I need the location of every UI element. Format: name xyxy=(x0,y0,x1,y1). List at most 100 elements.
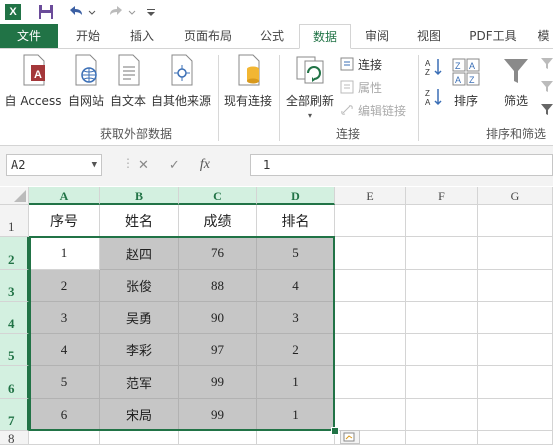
cell-g8[interactable] xyxy=(478,431,553,445)
cell-c5[interactable]: 97 xyxy=(179,334,257,366)
tab-pdf-tools[interactable]: PDF工具 xyxy=(458,24,528,48)
cell-b3[interactable]: 张俊 xyxy=(100,270,179,302)
row-header-3[interactable]: 3 xyxy=(0,270,29,302)
cell-a7[interactable]: 6 xyxy=(29,399,100,431)
cell-d4[interactable]: 3 xyxy=(257,302,335,334)
row-header-1[interactable]: 1 xyxy=(0,205,29,237)
cell-e4[interactable] xyxy=(335,302,406,334)
tab-page-layout[interactable]: 页面布局 xyxy=(172,24,244,48)
cell-f1[interactable] xyxy=(406,205,478,237)
cell-e2[interactable] xyxy=(335,237,406,270)
cell-e6[interactable] xyxy=(335,366,406,399)
cell-e3[interactable] xyxy=(335,270,406,302)
quick-analysis-icon[interactable] xyxy=(340,430,360,444)
cell-g3[interactable] xyxy=(478,270,553,302)
sort-button[interactable]: ZAAZ 排序 xyxy=(448,53,484,113)
from-access-button[interactable]: A 自 Access xyxy=(2,53,64,113)
cell-c4[interactable]: 90 xyxy=(179,302,257,334)
cell-d8[interactable] xyxy=(257,431,335,445)
cell-g2[interactable] xyxy=(478,237,553,270)
cell-b7[interactable]: 宋局 xyxy=(100,399,179,431)
tab-partial[interactable]: 模 xyxy=(534,24,553,48)
cell-g5[interactable] xyxy=(478,334,553,366)
row-header-6[interactable]: 6 xyxy=(0,366,29,399)
from-text-button[interactable]: 自文本 xyxy=(108,53,148,113)
customize-qat-icon[interactable] xyxy=(144,3,158,21)
tab-data[interactable]: 数据 xyxy=(299,24,351,49)
cell-f5[interactable] xyxy=(406,334,478,366)
formula-input[interactable]: 1 xyxy=(250,154,553,176)
cell-a4[interactable]: 3 xyxy=(29,302,100,334)
cell-g7[interactable] xyxy=(478,399,553,431)
cell-a3[interactable]: 2 xyxy=(29,270,100,302)
cell-b1[interactable]: 姓名 xyxy=(100,205,179,237)
column-header-a[interactable]: A xyxy=(29,187,100,205)
cell-c3[interactable]: 88 xyxy=(179,270,257,302)
insert-function-icon[interactable]: fx xyxy=(200,157,210,173)
row-header-2[interactable]: 2 xyxy=(0,237,29,270)
row-header-8[interactable]: 8 xyxy=(0,431,29,446)
column-header-d[interactable]: D xyxy=(257,187,335,205)
save-icon[interactable] xyxy=(36,3,56,21)
tab-review[interactable]: 审阅 xyxy=(354,24,400,48)
row-header-4[interactable]: 4 xyxy=(0,302,29,334)
sort-z-to-a-button[interactable]: ZA xyxy=(424,88,444,107)
cell-a2[interactable]: 1 xyxy=(29,237,100,270)
cell-b6[interactable]: 范军 xyxy=(100,366,179,399)
advanced-filter-button[interactable] xyxy=(540,101,553,119)
filter-button[interactable]: 筛选 xyxy=(498,53,534,113)
tab-home[interactable]: 开始 xyxy=(64,24,112,48)
name-box[interactable]: A2 ▼ xyxy=(6,154,102,176)
properties-button[interactable]: 属性 xyxy=(340,78,382,96)
cell-d7[interactable]: 1 xyxy=(257,399,335,431)
column-header-c[interactable]: C xyxy=(179,187,257,205)
column-header-e[interactable]: E xyxy=(335,187,406,205)
reapply-filter-button[interactable] xyxy=(540,78,553,96)
undo-icon[interactable] xyxy=(64,3,98,21)
column-header-b[interactable]: B xyxy=(100,187,179,205)
cell-d5[interactable]: 2 xyxy=(257,334,335,366)
row-header-5[interactable]: 5 xyxy=(0,334,29,366)
cell-f4[interactable] xyxy=(406,302,478,334)
cell-d6[interactable]: 1 xyxy=(257,366,335,399)
from-other-sources-button[interactable]: 自其他来源 xyxy=(148,53,214,113)
cell-g4[interactable] xyxy=(478,302,553,334)
existing-connections-button[interactable]: 现有连接 xyxy=(222,53,274,113)
cell-c2[interactable]: 76 xyxy=(179,237,257,270)
connections-button[interactable]: 连接 xyxy=(340,55,382,73)
worksheet-grid[interactable]: A B C D E F G 1 2 3 4 5 6 7 8 序号 姓名 成绩 排… xyxy=(0,187,553,446)
tab-formulas[interactable]: 公式 xyxy=(250,24,294,48)
cell-g6[interactable] xyxy=(478,366,553,399)
cell-b5[interactable]: 李彩 xyxy=(100,334,179,366)
column-header-g[interactable]: G xyxy=(478,187,553,205)
cell-d3[interactable]: 4 xyxy=(257,270,335,302)
cell-a8[interactable] xyxy=(29,431,100,445)
cell-e7[interactable] xyxy=(335,399,406,431)
cell-f2[interactable] xyxy=(406,237,478,270)
cell-b8[interactable] xyxy=(100,431,179,445)
cell-c8[interactable] xyxy=(179,431,257,445)
cell-d1[interactable]: 排名 xyxy=(257,205,335,237)
sort-a-to-z-button[interactable]: AZ xyxy=(424,58,444,77)
enter-icon[interactable]: ✓ xyxy=(169,158,180,173)
cell-a5[interactable]: 4 xyxy=(29,334,100,366)
cell-f8[interactable] xyxy=(406,431,478,445)
cell-e5[interactable] xyxy=(335,334,406,366)
cell-c7[interactable]: 99 xyxy=(179,399,257,431)
clear-filter-button[interactable] xyxy=(540,55,553,73)
edit-links-button[interactable]: 编辑链接 xyxy=(340,101,406,119)
cell-f7[interactable] xyxy=(406,399,478,431)
cell-b2[interactable]: 赵四 xyxy=(100,237,179,270)
cell-a6[interactable]: 5 xyxy=(29,366,100,399)
cell-f6[interactable] xyxy=(406,366,478,399)
cell-d2[interactable]: 5 xyxy=(257,237,335,270)
refresh-all-button[interactable]: 全部刷新 ▾ xyxy=(284,53,336,123)
column-header-f[interactable]: F xyxy=(406,187,478,205)
cell-g1[interactable] xyxy=(478,205,553,237)
cell-f3[interactable] xyxy=(406,270,478,302)
cell-c1[interactable]: 成绩 xyxy=(179,205,257,237)
select-all-corner[interactable] xyxy=(0,187,29,205)
cell-a1[interactable]: 序号 xyxy=(29,205,100,237)
cancel-icon[interactable]: ✕ xyxy=(138,158,149,173)
tab-file[interactable]: 文件 xyxy=(0,24,58,48)
